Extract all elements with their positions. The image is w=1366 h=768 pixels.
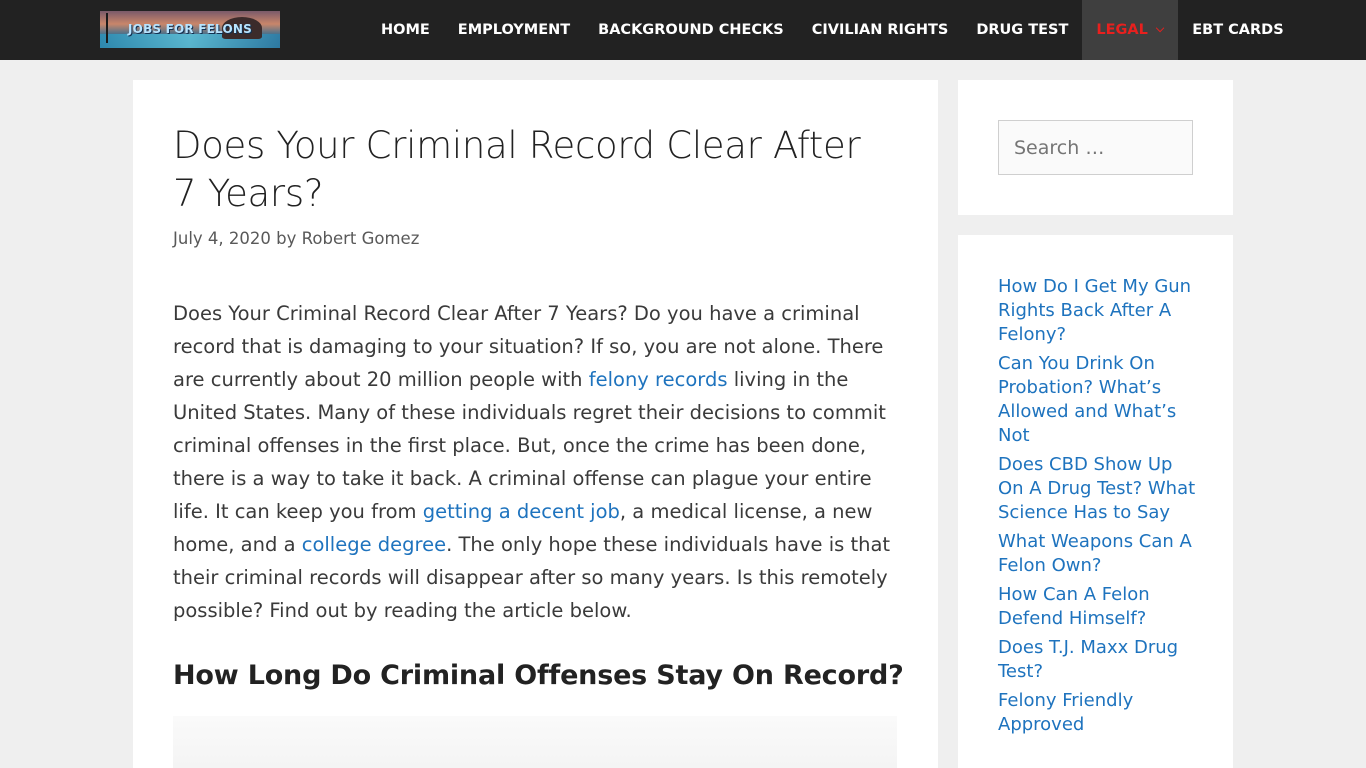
logo-palm-icon xyxy=(106,13,124,43)
recent-posts-widget: How Do I Get My Gun Rights Back After A … xyxy=(958,235,1233,768)
post-by: by xyxy=(276,229,297,248)
recent-post-link[interactable]: Does T.J. Maxx Drug Test? xyxy=(998,636,1203,684)
recent-post-link[interactable]: How Can A Felon Defend Himself? xyxy=(998,583,1203,631)
nav-item-legal[interactable]: LEGAL ⌵ xyxy=(1082,0,1179,60)
recent-post-link[interactable]: What Weapons Can A Felon Own? xyxy=(998,530,1203,578)
recent-posts-list: How Do I Get My Gun Rights Back After A … xyxy=(998,275,1203,742)
post-author[interactable]: Robert Gomez xyxy=(302,229,420,248)
main-nav: HOME EMPLOYMENT BACKGROUND CHECKS CIVILI… xyxy=(367,0,1298,60)
site-header: JOBS FOR FELONS HOME EMPLOYMENT BACKGROU… xyxy=(0,0,1366,60)
link-getting-a-decent-job[interactable]: getting a decent job xyxy=(423,500,620,523)
article-container: Does Your Criminal Record Clear After 7 … xyxy=(133,80,938,768)
nav-item-label: EBT CARDS xyxy=(1192,22,1284,38)
recent-post-link[interactable]: How Do I Get My Gun Rights Back After A … xyxy=(998,275,1203,347)
recent-post-link[interactable]: Felony Friendly Approved xyxy=(998,689,1203,737)
nav-item-label: HOME xyxy=(381,22,430,38)
nav-item-drug-test[interactable]: DRUG TEST xyxy=(962,0,1082,60)
article-paragraph: Does Your Criminal Record Clear After 7 … xyxy=(173,297,901,627)
chevron-down-icon: ⌵ xyxy=(1155,22,1165,35)
nav-item-civilian-rights[interactable]: CIVILIAN RIGHTS xyxy=(798,0,963,60)
recent-post-link[interactable]: Can You Drink On Probation? What’s Allow… xyxy=(998,352,1203,448)
nav-item-background-checks[interactable]: BACKGROUND CHECKS xyxy=(584,0,798,60)
nav-item-home[interactable]: HOME xyxy=(367,0,444,60)
nav-item-label: DRUG TEST xyxy=(976,22,1069,38)
logo-text: JOBS FOR FELONS xyxy=(128,22,252,36)
search-input[interactable] xyxy=(998,120,1193,175)
nav-item-label: CIVILIAN RIGHTS xyxy=(811,22,949,38)
section-heading: How Long Do Criminal Offenses Stay On Re… xyxy=(173,660,904,691)
page-title: Does Your Criminal Record Clear After 7 … xyxy=(173,124,861,215)
search-widget xyxy=(958,80,1233,215)
nav-item-label: BACKGROUND CHECKS xyxy=(598,22,784,38)
site-logo[interactable]: JOBS FOR FELONS xyxy=(100,11,280,48)
post-meta: July 4, 2020 by Robert Gomez xyxy=(173,229,419,248)
link-felony-records[interactable]: felony records xyxy=(589,368,728,391)
recent-post-link[interactable]: Does CBD Show Up On A Drug Test? What Sc… xyxy=(998,453,1203,525)
nav-item-label: EMPLOYMENT xyxy=(457,22,571,38)
nav-item-ebt-cards[interactable]: EBT CARDS xyxy=(1178,0,1297,60)
nav-item-employment[interactable]: EMPLOYMENT xyxy=(444,0,584,60)
article-image xyxy=(173,716,897,768)
nav-item-label: LEGAL xyxy=(1096,22,1148,38)
post-date[interactable]: July 4, 2020 xyxy=(173,229,271,248)
link-college-degree[interactable]: college degree xyxy=(302,533,446,556)
